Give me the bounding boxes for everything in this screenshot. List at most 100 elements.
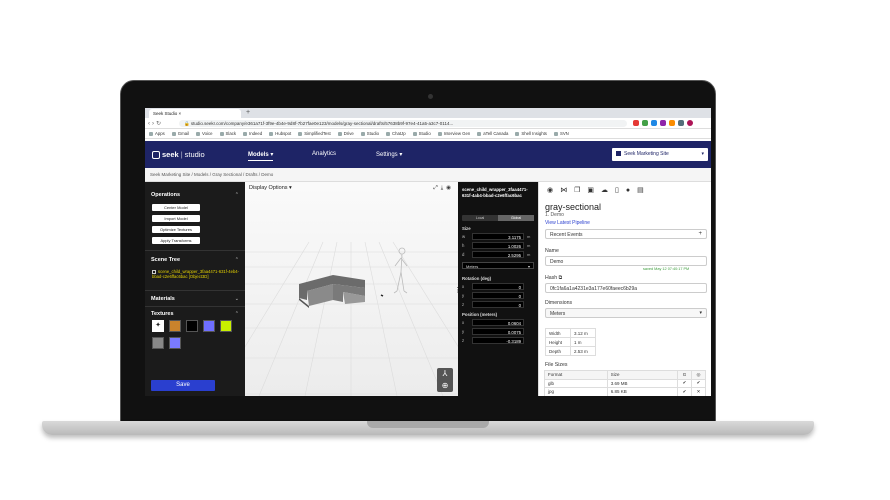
position-input[interactable]: 0.0604 [472,319,524,326]
dimensions-unit-select[interactable]: Meters ▾ [545,308,707,318]
texture-swatch[interactable]: ✦ [152,320,164,332]
bookmark-item[interactable]: Shell Insights [515,131,547,136]
dimension-row: Width 3.12 m [545,328,596,338]
url-input[interactable]: 🔒 studio.seekr.com/company/e361a71f-3f9e… [179,120,627,127]
rotation-input[interactable]: 0 [472,301,524,308]
expand-icon[interactable]: ⤢ [433,185,440,191]
browser-tab[interactable]: Seek Studio × [149,109,241,118]
dimension-label: Height [545,337,571,347]
bookmark-item[interactable]: Apps [149,131,165,136]
texture-swatch[interactable] [169,320,181,332]
bookmark-item[interactable]: Studio [360,131,379,136]
nav-models[interactable]: Models ▾ [248,151,274,161]
save-button[interactable]: Save [151,380,215,391]
nav-settings[interactable]: Settings ▾ [376,151,402,158]
compare-icon[interactable]: ▣ [587,187,601,194]
reload-icon[interactable]: ↻ [156,121,163,127]
new-tab-button[interactable]: + [246,109,250,116]
texture-swatch[interactable] [203,320,215,332]
position-input[interactable]: -0.3189 [472,337,524,344]
import-model-button[interactable]: Import Model [152,215,200,222]
optimize-textures-button[interactable]: Optimize Textures [152,226,200,233]
position-input[interactable]: 0.0075 [472,328,524,335]
logo-product: studio [184,150,205,159]
chevron-down-icon[interactable]: ⌄ [235,296,239,302]
scene-tree-item[interactable]: scene_child_wrapper_3faa4471-631f-4eb4-b… [152,269,240,279]
chevron-up-icon[interactable]: ⌃ [235,192,239,198]
display-options-dropdown[interactable]: Display Options ▾ [249,185,292,191]
bookmark-label: Interview Gen [443,131,471,136]
bookmark-item[interactable]: Studio [412,131,431,136]
toggle-global[interactable]: Global [498,215,534,221]
center-model-button[interactable]: Center Model [152,204,200,211]
view-pipeline-link[interactable]: View Latest Pipeline [545,220,590,226]
extension-icon[interactable] [633,120,639,126]
upload-icon[interactable]: ☁ [601,187,615,194]
name-input[interactable]: Demo [545,256,707,266]
bookmark-item[interactable]: Interview Gen [437,131,471,136]
bookmark-item[interactable]: Slack [219,131,236,136]
nav-analytics[interactable]: Analytics [312,151,336,157]
site-selector[interactable]: Seek Marketing Site ▾ [612,148,708,161]
seek-logo[interactable]: seek | studio [152,150,205,160]
bookmark-item[interactable]: Gmail [171,131,189,136]
size-input[interactable]: 2.5295 [472,251,524,258]
left-panel: Operations ⌃ Center Model Import Model O… [145,182,245,396]
texture-swatch[interactable] [220,320,232,332]
share-icon[interactable]: ⋈ [560,187,574,194]
close-icon[interactable]: × [179,111,182,116]
bookmark-item[interactable]: Voice [196,131,213,136]
bookmark-icon [149,131,153,136]
eye-icon[interactable]: ◉ [446,185,454,191]
bookmark-item[interactable]: SVN [553,131,569,136]
3d-viewport[interactable]: Display Options ▾ ⤢⤓◉ ⋮ ⅄ ⊕ [245,182,458,396]
texture-swatch[interactable] [152,337,164,349]
rotation-input[interactable]: 0 [472,283,524,290]
trash-icon[interactable]: ▯ [615,187,626,194]
textures-title[interactable]: Textures [151,311,174,317]
bookmark-item[interactable]: SimplifiedTest [298,131,331,136]
extension-icon[interactable] [669,120,675,126]
extension-icon[interactable] [651,120,657,126]
chevron-up-icon[interactable]: ⌃ [235,257,239,263]
profile-avatar[interactable] [687,120,693,126]
recent-events-toggle[interactable]: Recent Events + [545,229,707,239]
chevron-up-icon[interactable]: ⌃ [235,311,239,317]
rotation-input[interactable]: 0 [472,292,524,299]
dimension-row: Depth 2.53 m [545,346,596,356]
operations-title[interactable]: Operations [151,192,180,198]
breadcrumb[interactable]: Seek Marketing Site / Models / Gray Sect… [145,168,711,182]
extension-icon[interactable] [678,120,684,126]
file-format: jpg [544,387,608,396]
alert-icon[interactable]: ● [626,187,637,194]
space-toggle[interactable]: Local Global [462,215,534,221]
hash-field[interactable]: 0fc1fa6a1a4231e3a177e60faeec6b29a [545,283,707,293]
scene-tree-title[interactable]: Scene Tree [151,257,180,263]
texture-swatch[interactable] [169,337,181,349]
bookmark-item[interactable]: ChatJp [385,131,406,136]
bookmark-item[interactable]: Drive [337,131,354,136]
sofa-model[interactable] [295,262,395,312]
axis-gizmo[interactable]: ⅄ ⊕ [437,368,453,392]
axis-label: z [462,302,465,307]
texture-swatch[interactable] [186,320,198,332]
size-row: w 3.1175 m [462,233,534,241]
copy-icon[interactable]: ⧉ [559,275,563,281]
copy-icon[interactable]: ❐ [574,187,587,194]
size-input[interactable]: 3.1175 [472,233,524,240]
bookmark-item[interactable]: Hubspot [269,131,291,136]
eye-icon[interactable]: ◉ [547,187,560,194]
apply-transforms-button[interactable]: Apply Transforms [152,237,200,244]
bookmark-item[interactable]: Indeed [243,131,262,136]
extension-icon[interactable] [660,120,666,126]
toggle-local[interactable]: Local [462,215,498,221]
bookmark-item[interactable]: aTell Canada [477,131,508,136]
size-unit-select[interactable]: Meters ▾ [462,262,534,269]
file-size-row: glb 3.69 MB ✔ ✔ [544,378,706,388]
materials-title[interactable]: Materials [151,296,175,302]
bookmark-icon [385,131,390,136]
plus-icon[interactable]: + [698,231,702,237]
size-input[interactable]: 1.0026 [472,242,524,249]
save-icon[interactable]: ▤ [637,187,651,194]
extension-icon[interactable] [642,120,648,126]
